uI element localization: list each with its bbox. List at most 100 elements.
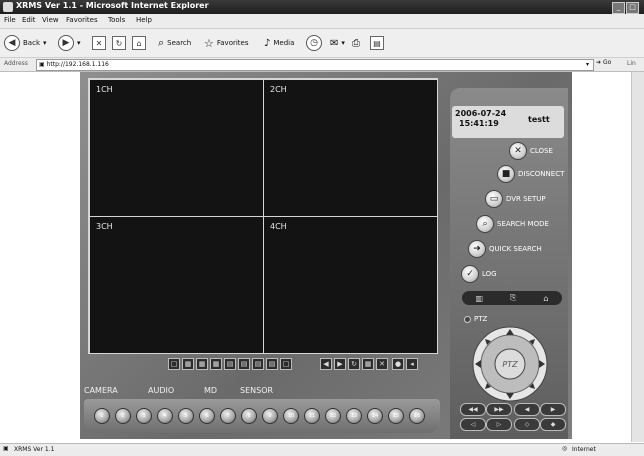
channel-button[interactable]: 8	[241, 408, 257, 424]
forward-dropdown-icon: ▾	[77, 39, 81, 47]
layout-10-icon[interactable]: ▤	[252, 358, 264, 370]
status-text: XRMS Ver 1.1	[14, 446, 55, 453]
menu-favorites[interactable]: Favorites	[66, 16, 98, 24]
record-icon[interactable]: ●	[392, 358, 404, 370]
search-button[interactable]: ⌕ Search	[158, 35, 191, 51]
fullscreen-icon[interactable]: ✕	[376, 358, 388, 370]
menu-file[interactable]: File	[4, 16, 16, 24]
media-button[interactable]: ♪ Media	[264, 35, 294, 51]
lock-icon[interactable]: ⌂	[543, 294, 548, 303]
auto-icon[interactable]: ◆	[540, 418, 566, 431]
video-channel-3[interactable]: 3CH	[90, 217, 263, 353]
channel-button[interactable]: 16	[409, 408, 425, 424]
close-button[interactable]: ✕ CLOSE	[509, 142, 553, 160]
layout-6-icon[interactable]: ▤	[224, 358, 236, 370]
layout-9-icon[interactable]: ▦	[196, 358, 208, 370]
quick-search-button[interactable]: ➜ QUICK SEARCH	[468, 240, 542, 258]
quick-search-label: QUICK SEARCH	[489, 245, 542, 253]
zoom-in-icon[interactable]: ▶▶	[486, 403, 512, 416]
go-button[interactable]: ➔ Go	[596, 59, 611, 66]
layout-4-icon[interactable]: ▦	[182, 358, 194, 370]
channel-button[interactable]: 2	[115, 408, 131, 424]
channel-button[interactable]: 6	[199, 408, 215, 424]
page-icon: ▣	[39, 61, 45, 68]
address-dropdown-icon[interactable]: ▾	[583, 60, 592, 70]
menu-bar: File Edit View Favorites Tools Help	[0, 14, 644, 29]
print-button[interactable]: ⎙	[352, 35, 360, 51]
favorites-label: Favorites	[216, 39, 249, 47]
status-page-icon: ▣	[3, 445, 9, 452]
previous-icon[interactable]: ◀	[320, 358, 332, 370]
channel-button[interactable]: 1	[94, 408, 110, 424]
video-channel-1[interactable]: 1CH	[90, 80, 263, 216]
layout-13-icon[interactable]: ▤	[266, 358, 278, 370]
channel-button[interactable]: 3	[136, 408, 152, 424]
iris-close-icon[interactable]: ◁	[460, 418, 486, 431]
vertical-scrollbar[interactable]	[631, 72, 644, 442]
menu-tools[interactable]: Tools	[108, 16, 125, 24]
back-button[interactable]: ◀ Back ▾	[4, 35, 47, 51]
mail-dropdown-icon: ▾	[341, 39, 345, 47]
sequence-icon[interactable]: ↻	[348, 358, 360, 370]
channel-button[interactable]: 12	[325, 408, 341, 424]
maximize-icon[interactable]: □	[626, 2, 639, 14]
channel-button[interactable]: 5	[178, 408, 194, 424]
browser-toolbar: ◀ Back ▾ ▶ ▾ ✕ ↻ ⌂ ⌕ Search ☆ Favorites …	[0, 29, 644, 58]
username: testt	[528, 115, 550, 124]
tab-sensor[interactable]: SENSOR	[240, 386, 273, 395]
zoom-out-icon[interactable]: ◀◀	[460, 403, 486, 416]
refresh-button[interactable]: ↻	[112, 35, 126, 51]
layout-full-icon[interactable]: □	[280, 358, 292, 370]
go-arrow-icon: ➔	[596, 59, 602, 66]
tab-md[interactable]: MD	[204, 386, 217, 395]
stop-button[interactable]: ✕	[92, 35, 106, 51]
history-button[interactable]: ◷	[306, 35, 322, 51]
function-icon-bar: ▥ ⎘ ⌂	[462, 291, 562, 305]
channel-button[interactable]: 10	[283, 408, 299, 424]
audio-icon[interactable]: ◂	[406, 358, 418, 370]
tab-camera[interactable]: CAMERA	[84, 386, 118, 395]
channel-button[interactable]: 11	[304, 408, 320, 424]
title-bar: XRMS Ver 1.1 - Microsoft Internet Explor…	[0, 0, 644, 14]
layout-1-icon[interactable]: □	[168, 358, 180, 370]
video-channel-2[interactable]: 2CH	[264, 80, 437, 216]
layout-8-icon[interactable]: ▤	[238, 358, 250, 370]
minimize-icon[interactable]: _	[612, 2, 625, 14]
favorites-button[interactable]: ☆ Favorites	[204, 35, 249, 51]
dvr-setup-button[interactable]: ▭ DVR SETUP	[485, 190, 546, 208]
channel-button-bar: 1 2 3 4 5 6 7 8 9 10 11 12 13 14 15 16	[84, 399, 440, 433]
channel-label: 1CH	[96, 85, 113, 94]
forward-button[interactable]: ▶ ▾	[58, 35, 81, 51]
backup-icon[interactable]: ⎘	[510, 293, 516, 303]
channel-button[interactable]: 9	[262, 408, 278, 424]
search-mode-button[interactable]: ⌕ SEARCH MODE	[476, 215, 549, 233]
grid-icon[interactable]: ▦	[362, 358, 374, 370]
menu-edit[interactable]: Edit	[22, 16, 36, 24]
menu-help[interactable]: Help	[136, 16, 152, 24]
channel-button[interactable]: 7	[220, 408, 236, 424]
log-button[interactable]: ✓ LOG	[461, 265, 497, 283]
mail-button[interactable]: ✉ ▾	[330, 35, 345, 51]
go-label: Go	[603, 59, 612, 66]
preset-icon[interactable]: ◇	[514, 418, 540, 431]
channel-button[interactable]: 4	[157, 408, 173, 424]
ptz-toggle[interactable]: PTZ	[464, 315, 487, 323]
channel-button[interactable]: 14	[367, 408, 383, 424]
menu-view[interactable]: View	[42, 16, 59, 24]
focus-near-icon[interactable]: ◀	[514, 403, 540, 416]
home-button[interactable]: ⌂	[132, 35, 146, 51]
layout-16-icon[interactable]: ▦	[210, 358, 222, 370]
address-input[interactable]: ▣ http://192.168.1.116 ▾	[36, 59, 594, 71]
channel-button[interactable]: 15	[388, 408, 404, 424]
edit-page-button[interactable]: ▤	[370, 35, 384, 51]
ptz-direction-pad[interactable]: PTZ	[472, 326, 548, 402]
folder-icon[interactable]: ▥	[475, 294, 483, 303]
next-icon[interactable]: ▶	[334, 358, 346, 370]
links-label[interactable]: Lin	[627, 60, 636, 67]
channel-button[interactable]: 13	[346, 408, 362, 424]
focus-far-icon[interactable]: ▶	[540, 403, 566, 416]
tab-audio[interactable]: AUDIO	[148, 386, 174, 395]
disconnect-button[interactable]: ■ DISCONNECT	[497, 165, 564, 183]
video-channel-4[interactable]: 4CH	[264, 217, 437, 353]
iris-open-icon[interactable]: ▷	[486, 418, 512, 431]
